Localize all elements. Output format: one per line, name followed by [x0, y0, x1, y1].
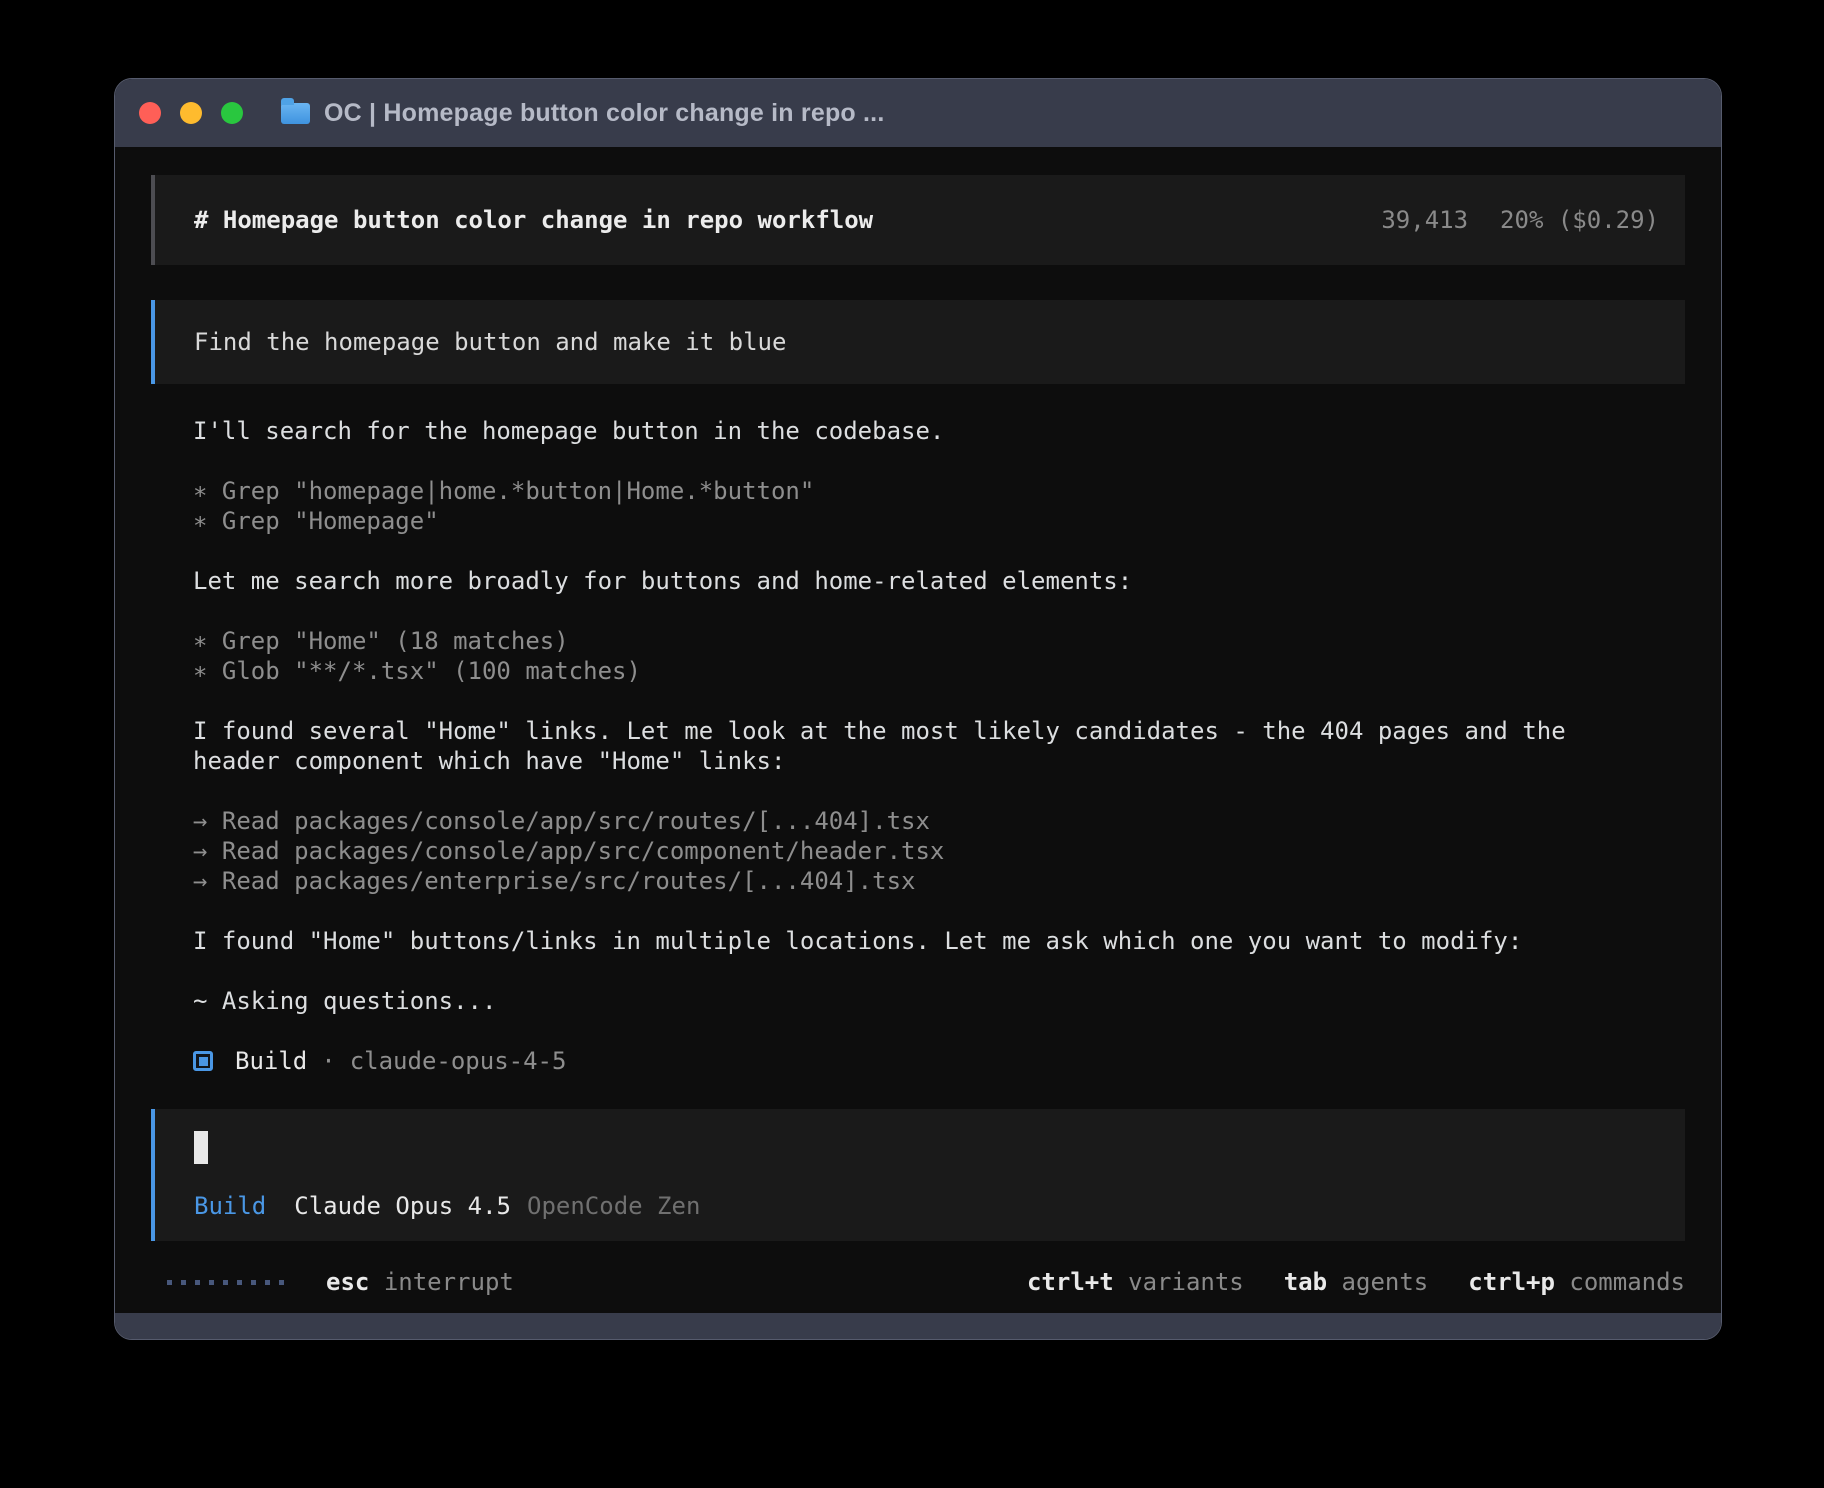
tool-call-group: ∗ Grep "homepage|home.*button|Home.*butt…	[193, 476, 1613, 536]
tool-call-group: → Read packages/console/app/src/routes/[…	[193, 806, 1613, 896]
minimize-window-button[interactable]	[180, 102, 202, 124]
hint-key-esc: esc	[326, 1268, 369, 1296]
tool-call-read: → Read packages/console/app/src/componen…	[193, 836, 1613, 866]
window-titlebar: OC | Homepage button color change in rep…	[115, 79, 1721, 147]
assistant-text: I'll search for the homepage button in t…	[193, 416, 1613, 446]
assistant-text: Let me search more broadly for buttons a…	[193, 566, 1613, 596]
prompt-input[interactable]: Build Claude Opus 4.5 OpenCode Zen	[151, 1109, 1685, 1241]
folder-icon	[281, 103, 310, 124]
session-stats: 39,413 20% ($0.29)	[1381, 205, 1659, 235]
assistant-text: I found several "Home" links. Let me loo…	[193, 716, 1613, 776]
status-bar-left: esc interrupt	[167, 1267, 514, 1297]
tool-call-group: ∗ Grep "Home" (18 matches) ∗ Glob "**/*.…	[193, 626, 1613, 686]
session-context-cost: 20% ($0.29)	[1500, 205, 1659, 235]
user-message-text: Find the homepage button and make it blu…	[194, 328, 786, 356]
assistant-text: I found "Home" buttons/links in multiple…	[193, 926, 1613, 956]
agent-model: claude-opus-4-5	[350, 1046, 567, 1076]
assistant-transcript: I'll search for the homepage button in t…	[193, 416, 1613, 1076]
status-bar-right: ctrl+t variants tab agents ctrl+p comman…	[1027, 1267, 1685, 1297]
hint-label-interrupt: interrupt	[384, 1268, 514, 1296]
agent-status-line: Build · claude-opus-4-5	[193, 1046, 1613, 1076]
tool-call-read: → Read packages/enterprise/src/routes/[.…	[193, 866, 1613, 896]
agent-separator: ·	[321, 1046, 335, 1076]
session-header: # Homepage button color change in repo w…	[151, 175, 1685, 265]
agent-name: Build	[235, 1046, 307, 1076]
tool-call-glob: ∗ Glob "**/*.tsx" (100 matches)	[193, 656, 1613, 686]
square-in-square-icon	[193, 1051, 213, 1071]
input-meta: Build Claude Opus 4.5 OpenCode Zen	[194, 1191, 1659, 1221]
assistant-status-text: ~ Asking questions...	[193, 986, 1613, 1016]
hint-key-ctrl-t: ctrl+t	[1027, 1268, 1114, 1296]
hint-label-variants: variants	[1128, 1268, 1244, 1296]
hint-label-commands: commands	[1569, 1268, 1685, 1296]
text-cursor	[194, 1131, 208, 1164]
status-bar: esc interrupt ctrl+t variants tab agents…	[167, 1267, 1685, 1297]
input-model-label: Claude Opus 4.5	[294, 1191, 511, 1221]
window-title: OC | Homepage button color change in rep…	[324, 99, 884, 128]
working-spinner-dots-icon	[167, 1280, 284, 1285]
terminal-window: OC | Homepage button color change in rep…	[114, 78, 1722, 1340]
tool-call-read: → Read packages/console/app/src/routes/[…	[193, 806, 1613, 836]
tool-call-grep: ∗ Grep "homepage|home.*button|Home.*butt…	[193, 476, 1613, 506]
tool-call-grep: ∗ Grep "Homepage"	[193, 506, 1613, 536]
session-title: # Homepage button color change in repo w…	[194, 205, 873, 235]
hint-interrupt: esc interrupt	[326, 1267, 514, 1297]
hint-agents: tab agents	[1284, 1267, 1429, 1297]
zoom-window-button[interactable]	[221, 102, 243, 124]
terminal-content: # Homepage button color change in repo w…	[115, 147, 1721, 1313]
hint-variants: ctrl+t variants	[1027, 1267, 1244, 1297]
window-bottom-edge	[115, 1313, 1721, 1339]
close-window-button[interactable]	[139, 102, 161, 124]
input-mode-label: Build	[194, 1191, 266, 1221]
hint-label-agents: agents	[1342, 1268, 1429, 1296]
hint-commands: ctrl+p commands	[1468, 1267, 1685, 1297]
session-token-count: 39,413	[1381, 205, 1468, 235]
hint-key-ctrl-p: ctrl+p	[1468, 1268, 1555, 1296]
tool-call-grep: ∗ Grep "Home" (18 matches)	[193, 626, 1613, 656]
user-message: Find the homepage button and make it blu…	[151, 300, 1685, 384]
input-provider-label: OpenCode Zen	[527, 1191, 700, 1221]
traffic-lights	[139, 102, 243, 124]
hint-key-tab: tab	[1284, 1268, 1327, 1296]
